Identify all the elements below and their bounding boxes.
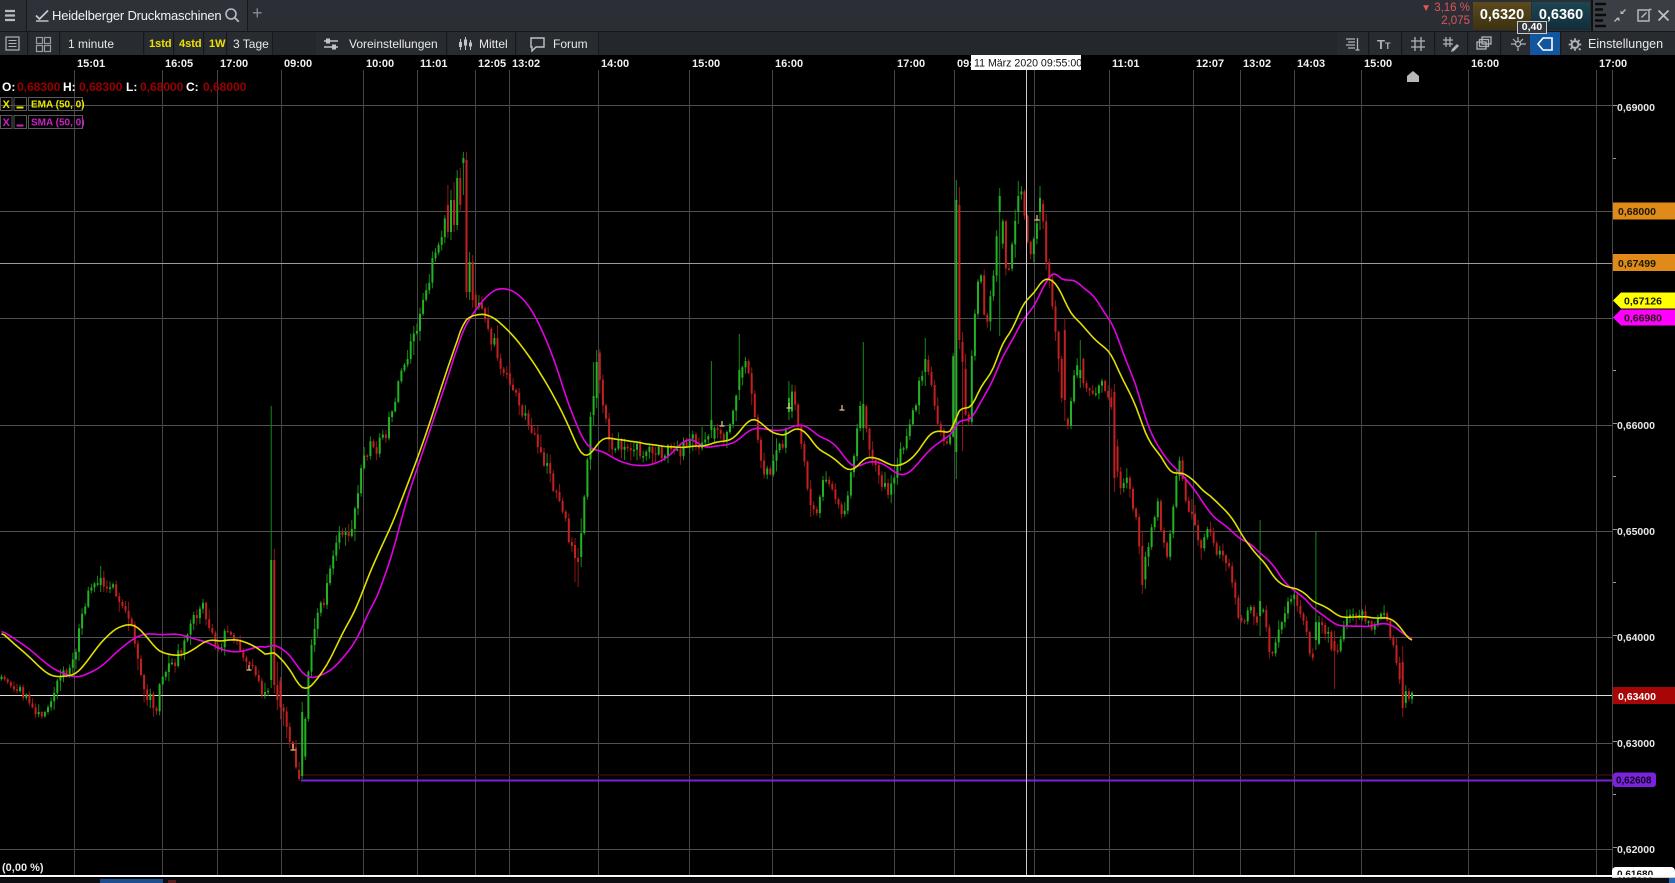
svg-text:14:00: 14:00 xyxy=(601,58,629,70)
svg-text:0,68000: 0,68000 xyxy=(140,80,184,94)
svg-text:O:: O: xyxy=(2,80,15,94)
svg-text:17:00: 17:00 xyxy=(220,58,248,70)
svg-text:0,67126: 0,67126 xyxy=(1624,296,1662,308)
svg-text:16:05: 16:05 xyxy=(165,58,193,70)
svg-text:12:07: 12:07 xyxy=(1196,58,1224,70)
svg-text:15:00: 15:00 xyxy=(692,58,720,70)
svg-text:L:: L: xyxy=(126,80,137,94)
svg-text:0,68300: 0,68300 xyxy=(79,80,123,94)
svg-text:10:00: 10:00 xyxy=(366,58,394,70)
svg-text:0,69000: 0,69000 xyxy=(1617,102,1655,114)
svg-text:0,68000: 0,68000 xyxy=(1618,206,1656,218)
svg-text:0,66980: 0,66980 xyxy=(1624,313,1662,325)
svg-text:11:01: 11:01 xyxy=(420,58,448,70)
svg-text:12:05: 12:05 xyxy=(478,58,506,70)
svg-text:0,65000: 0,65000 xyxy=(1617,526,1655,538)
svg-text:C:: C: xyxy=(186,80,199,94)
svg-text:0,62608: 0,62608 xyxy=(1616,776,1652,787)
svg-text:0,66000: 0,66000 xyxy=(1617,420,1655,432)
svg-text:H:: H: xyxy=(63,80,76,94)
svg-text:(0,00 %): (0,00 %) xyxy=(2,862,44,874)
svg-text:0,64000: 0,64000 xyxy=(1617,632,1655,644)
svg-text:13:02: 13:02 xyxy=(512,58,540,70)
svg-text:11 März 2020 09:55:00: 11 März 2020 09:55:00 xyxy=(974,58,1082,70)
svg-text:13:02: 13:02 xyxy=(1243,58,1271,70)
svg-text:X: X xyxy=(3,99,11,111)
svg-text:SMA (50, 0): SMA (50, 0) xyxy=(31,118,85,129)
svg-text:0,62000: 0,62000 xyxy=(1617,844,1655,856)
svg-text:17:00: 17:00 xyxy=(1599,58,1627,70)
svg-text:16:00: 16:00 xyxy=(775,58,803,70)
svg-text:EMA (50, 0): EMA (50, 0) xyxy=(31,100,85,111)
svg-text:0,63400: 0,63400 xyxy=(1618,691,1656,703)
svg-text:14:03: 14:03 xyxy=(1297,58,1325,70)
svg-text:16:00: 16:00 xyxy=(1471,58,1499,70)
svg-text:0,63000: 0,63000 xyxy=(1617,738,1655,750)
svg-text:X: X xyxy=(3,117,11,129)
svg-text:0,68000: 0,68000 xyxy=(203,80,247,94)
svg-text:0,67499: 0,67499 xyxy=(1618,258,1656,270)
svg-text:17:00: 17:00 xyxy=(897,58,925,70)
svg-text:15:00: 15:00 xyxy=(1364,58,1392,70)
svg-text:09:00: 09:00 xyxy=(284,58,312,70)
svg-text:11:01: 11:01 xyxy=(1112,58,1140,70)
svg-text:15:01: 15:01 xyxy=(77,58,105,70)
svg-text:0,68300: 0,68300 xyxy=(17,80,61,94)
